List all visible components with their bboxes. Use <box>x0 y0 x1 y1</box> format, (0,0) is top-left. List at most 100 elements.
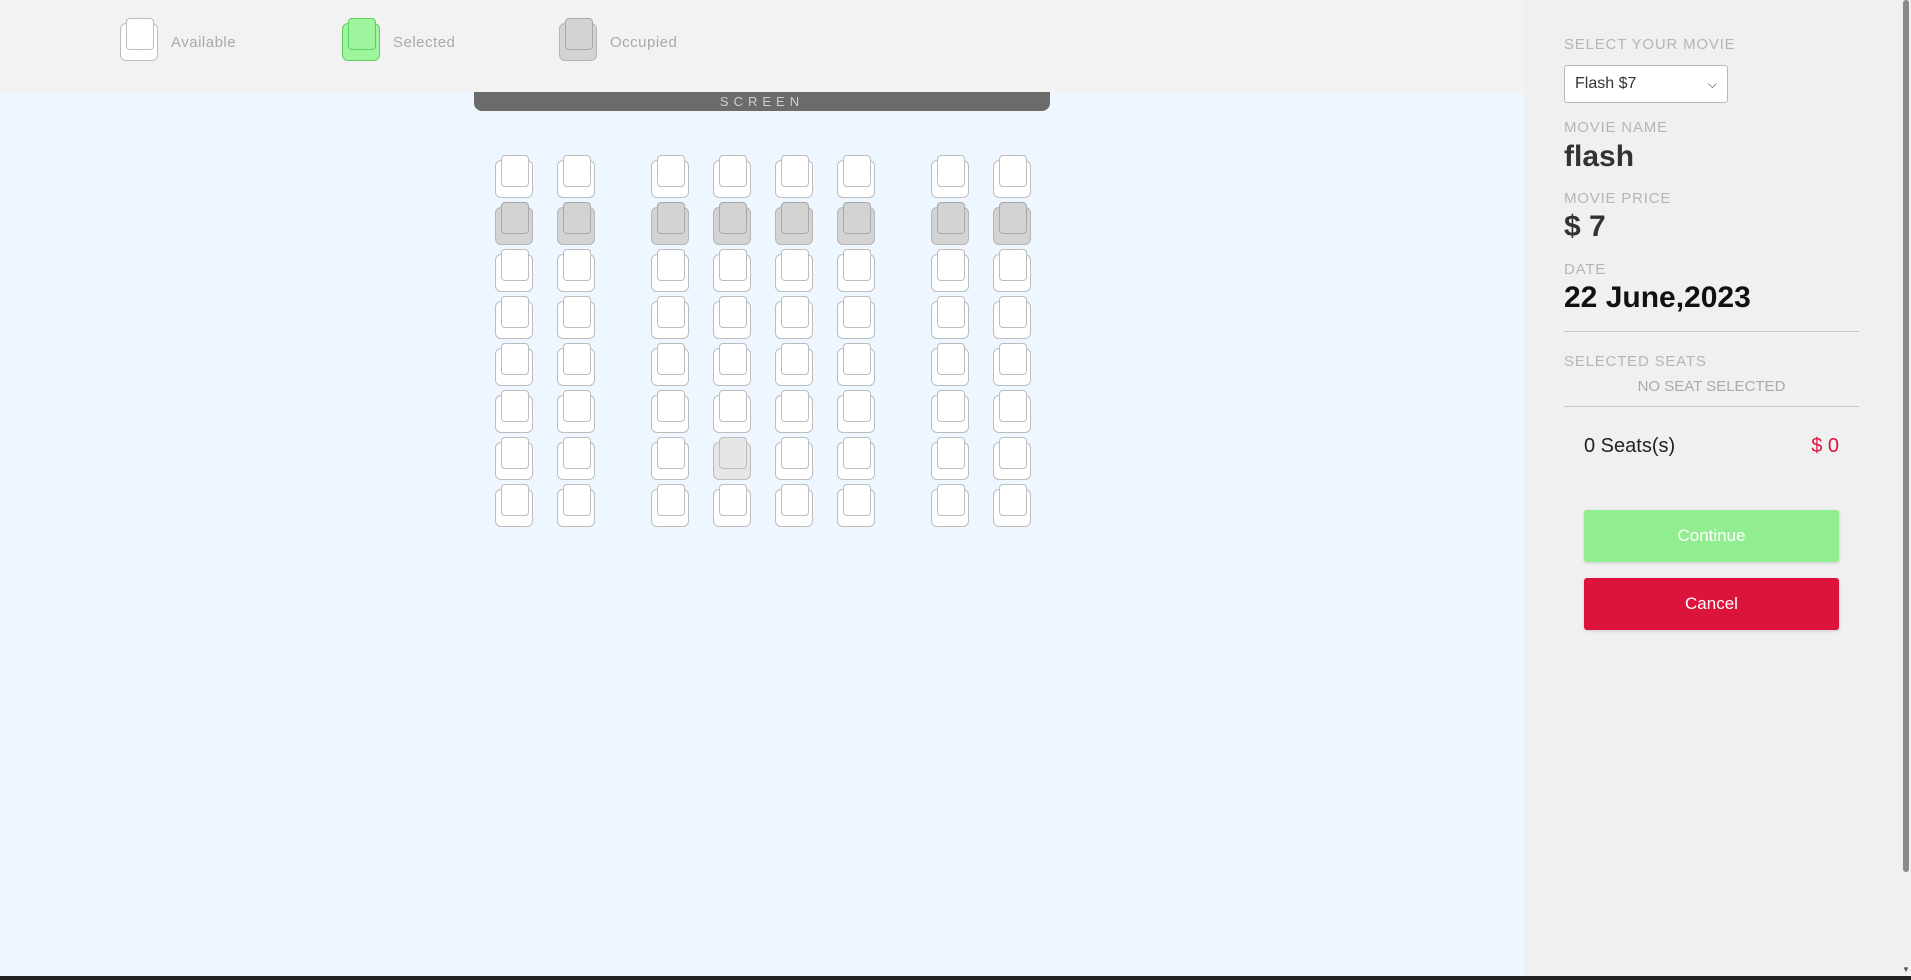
continue-button[interactable]: Continue <box>1584 510 1839 562</box>
seat[interactable] <box>651 484 689 527</box>
seat[interactable] <box>651 249 689 292</box>
seat[interactable] <box>931 296 969 339</box>
seat-occupied <box>837 202 875 245</box>
seat[interactable] <box>931 155 969 198</box>
seat[interactable] <box>495 249 533 292</box>
scroll-down-icon[interactable]: ▼ <box>1902 965 1910 974</box>
legend-selected: Selected <box>342 18 456 62</box>
seat[interactable] <box>495 484 533 527</box>
legend-available-label: Available <box>171 33 237 51</box>
seat-occupied <box>993 202 1031 245</box>
movie-booking-app: Available Selected Occupied SCREEN SELEC… <box>0 0 1911 980</box>
seat[interactable] <box>837 249 875 292</box>
seat[interactable] <box>993 155 1031 198</box>
seat-row <box>495 484 1031 527</box>
seat[interactable] <box>993 296 1031 339</box>
movie-price-value: $ 7 <box>1564 210 1606 243</box>
seat[interactable] <box>837 343 875 386</box>
seat[interactable] <box>557 437 595 480</box>
seat[interactable] <box>931 437 969 480</box>
seat[interactable] <box>713 343 751 386</box>
seat[interactable] <box>713 296 751 339</box>
scrollbar[interactable]: ▼ <box>1901 0 1911 980</box>
seat-row <box>495 296 1031 339</box>
seat-row <box>495 249 1031 292</box>
seat[interactable] <box>775 155 813 198</box>
seat[interactable] <box>557 249 595 292</box>
seat-row <box>495 390 1031 433</box>
legend-selected-label: Selected <box>393 33 456 51</box>
seat[interactable] <box>993 343 1031 386</box>
legend-occupied: Occupied <box>559 18 678 62</box>
booking-panel: SELECT YOUR MOVIE Flash $7 ⌵ MOVIE NAME … <box>1524 0 1901 980</box>
seat[interactable] <box>837 390 875 433</box>
seat[interactable] <box>993 249 1031 292</box>
seat[interactable] <box>837 484 875 527</box>
legend-occupied-label: Occupied <box>610 33 678 51</box>
seat[interactable] <box>713 155 751 198</box>
seat[interactable] <box>713 249 751 292</box>
date-label: DATE <box>1564 261 1607 278</box>
seat-occupied <box>557 202 595 245</box>
seat-legend: Available Selected Occupied <box>0 0 1524 92</box>
seat[interactable] <box>651 296 689 339</box>
seat-occupied <box>495 202 533 245</box>
divider <box>1564 406 1859 407</box>
seat-occupied <box>713 202 751 245</box>
seat[interactable] <box>713 484 751 527</box>
seat[interactable] <box>837 155 875 198</box>
seat[interactable] <box>495 343 533 386</box>
seat[interactable] <box>775 390 813 433</box>
seat[interactable] <box>557 155 595 198</box>
movie-price-label: MOVIE PRICE <box>1564 190 1672 207</box>
seat-row <box>495 155 1031 198</box>
total-price: $ 0 <box>1811 435 1839 457</box>
chevron-down-icon: ⌵ <box>1707 76 1717 91</box>
seat[interactable] <box>557 390 595 433</box>
seat[interactable] <box>775 296 813 339</box>
seat[interactable] <box>931 390 969 433</box>
movie-name-label: MOVIE NAME <box>1564 119 1668 136</box>
seat-grid <box>495 155 1031 536</box>
movie-select[interactable]: Flash $7 ⌵ <box>1564 65 1728 103</box>
seat-row <box>495 343 1031 386</box>
movie-select-value: Flash $7 <box>1575 75 1637 92</box>
seat-row <box>495 202 1031 245</box>
scrollbar-thumb[interactable] <box>1903 0 1909 872</box>
seat-area: SCREEN <box>0 92 1524 976</box>
seat[interactable] <box>495 296 533 339</box>
seat[interactable] <box>495 390 533 433</box>
seat[interactable] <box>775 437 813 480</box>
seat[interactable] <box>495 155 533 198</box>
seat[interactable] <box>775 343 813 386</box>
seat-occupied <box>775 202 813 245</box>
cancel-button[interactable]: Cancel <box>1584 578 1839 630</box>
seat[interactable] <box>557 296 595 339</box>
seat[interactable] <box>713 390 751 433</box>
seat[interactable] <box>557 343 595 386</box>
seat[interactable] <box>993 484 1031 527</box>
seat[interactable] <box>837 437 875 480</box>
selected-seats-label: SELECTED SEATS <box>1564 353 1707 370</box>
seat[interactable] <box>775 249 813 292</box>
seat-count: 0 Seats(s) <box>1584 435 1676 457</box>
seat[interactable] <box>557 484 595 527</box>
seat-occupied <box>651 202 689 245</box>
seat[interactable] <box>775 484 813 527</box>
seat[interactable] <box>993 390 1031 433</box>
seat[interactable] <box>651 390 689 433</box>
seat[interactable] <box>651 343 689 386</box>
seat[interactable] <box>993 437 1031 480</box>
selected-seat-icon <box>342 18 380 61</box>
seat[interactable] <box>931 484 969 527</box>
booking-summary: 0 Seats(s) $ 0 <box>1584 435 1839 458</box>
seat[interactable] <box>931 249 969 292</box>
seat[interactable] <box>837 296 875 339</box>
date-value: 22 June,2023 <box>1564 281 1751 314</box>
seat[interactable] <box>713 437 751 480</box>
available-seat-icon <box>120 18 158 61</box>
seat[interactable] <box>931 343 969 386</box>
seat[interactable] <box>651 155 689 198</box>
seat[interactable] <box>495 437 533 480</box>
seat[interactable] <box>651 437 689 480</box>
